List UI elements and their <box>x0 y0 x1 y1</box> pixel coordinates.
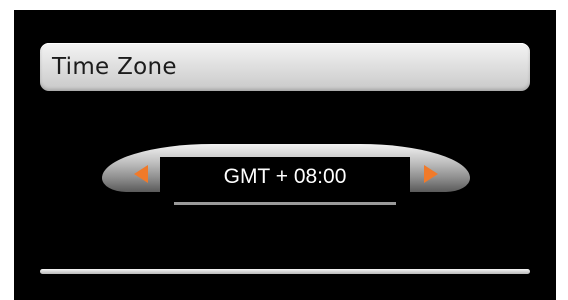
selector-value-box: GMT + 08:00 <box>160 157 410 195</box>
bottom-divider <box>40 269 530 274</box>
title-bar: Time Zone <box>40 43 530 91</box>
time-zone-selector[interactable]: GMT + 08:00 <box>102 144 470 206</box>
selector-underline <box>174 202 396 205</box>
page-title: Time Zone <box>52 54 177 80</box>
triangle-right-icon[interactable] <box>424 165 438 183</box>
time-zone-value: GMT + 08:00 <box>223 165 347 188</box>
triangle-left-icon[interactable] <box>134 165 148 183</box>
screen: Time Zone GMT + 08:00 <box>14 10 556 300</box>
